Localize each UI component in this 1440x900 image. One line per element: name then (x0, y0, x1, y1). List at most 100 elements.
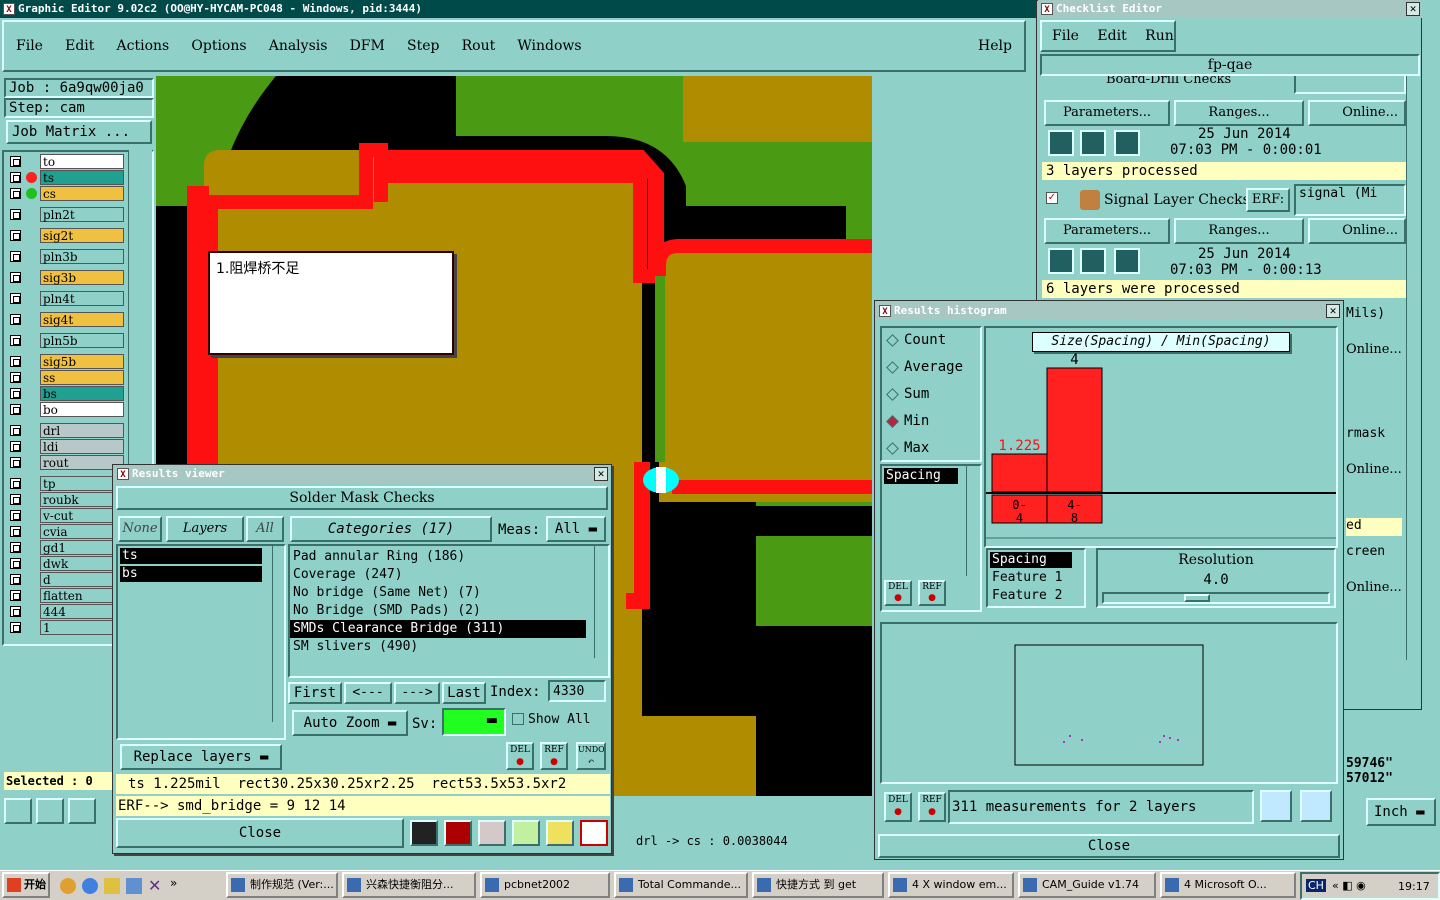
rv-tool-icon-5[interactable] (546, 820, 574, 846)
layer-name[interactable]: ts (40, 170, 124, 185)
rv-tool-icon-1[interactable] (410, 820, 438, 846)
layers-button[interactable]: Layers (166, 516, 244, 542)
layer-checkbox[interactable] (10, 510, 21, 521)
hist-list-scrollbar[interactable] (966, 466, 978, 576)
rv-del-button[interactable]: DEL ● (506, 742, 534, 770)
layer-row-flatten[interactable]: flatten (8, 588, 124, 603)
layer-row-sig3b[interactable]: sig3b (8, 270, 124, 285)
sv-color-select[interactable]: ▬ (442, 708, 506, 736)
layer-checkbox[interactable] (10, 372, 21, 383)
start-button[interactable]: 开始 (2, 872, 50, 898)
hist-zoom-icon-2[interactable] (1300, 790, 1332, 822)
checklist-menu-run[interactable]: Run (1145, 28, 1174, 44)
layer-checkbox[interactable] (10, 188, 21, 199)
run-icon-2b[interactable] (1080, 248, 1106, 274)
layer-checkbox[interactable] (10, 590, 21, 601)
ranges-button-2[interactable]: Ranges... (1174, 218, 1304, 244)
layer-row-pln4t[interactable]: pln4t (8, 291, 124, 306)
layer-name[interactable]: drl (40, 423, 124, 438)
layer-checkbox[interactable] (10, 441, 21, 452)
layer-name[interactable]: pln4t (40, 291, 124, 306)
next-button[interactable]: ---> (394, 682, 440, 704)
field-feature-1[interactable]: Feature 1 (990, 570, 1062, 585)
layer-checkbox[interactable] (10, 209, 21, 220)
results-viewer-close-icon[interactable]: ✕ (594, 467, 608, 481)
checklist-fragment-online-3[interactable]: Online... (1346, 580, 1402, 595)
layer-row-ts[interactable]: ts (8, 170, 124, 185)
layers-all-button[interactable]: All (246, 516, 284, 542)
layer-checkbox[interactable] (10, 558, 21, 569)
job-matrix-button[interactable]: Job Matrix ... (6, 120, 152, 144)
layer-result-bs[interactable]: bs (120, 566, 262, 582)
layer-checkbox[interactable] (10, 356, 21, 367)
ql-icon-2[interactable] (82, 878, 98, 894)
parameters-button-2[interactable]: Parameters... (1044, 218, 1170, 244)
layer-name[interactable]: ss (40, 370, 124, 385)
taskbar-item[interactable]: 制作规范 (Ver:... (226, 872, 338, 898)
checklist-menu-file[interactable]: File (1052, 28, 1079, 44)
category-item[interactable]: No Bridge (SMD Pads) (2) (290, 602, 586, 620)
menu-file[interactable]: File (16, 38, 43, 54)
run-icon-1a[interactable] (1048, 130, 1074, 156)
ql-icon-5[interactable]: ✕ (148, 876, 161, 895)
results-viewer-titlebar[interactable]: X Results viewer ✕ (114, 465, 610, 483)
taskbar-item[interactable]: pcbnet2002 (480, 872, 610, 898)
layer-checkbox[interactable] (10, 293, 21, 304)
layer-name[interactable]: sig2t (40, 228, 124, 243)
resolution-slider[interactable] (1102, 592, 1330, 604)
layer-checkbox[interactable] (10, 574, 21, 585)
taskbar-item[interactable]: 兴森快捷衡阻分... (342, 872, 476, 898)
layer-checkbox[interactable] (10, 172, 21, 183)
auto-zoom-select[interactable]: Auto Zoom ▬ (292, 710, 408, 736)
hist-ref-button[interactable]: REF ● (918, 792, 946, 822)
layer-row-cs[interactable]: cs (8, 186, 124, 201)
layer-row-ss[interactable]: ss (8, 370, 124, 385)
checklist-fragment-online-2[interactable]: Online... (1346, 462, 1402, 477)
layer-checkbox[interactable] (10, 388, 21, 399)
rv-tool-icon-2[interactable] (444, 820, 472, 846)
ql-icon-4[interactable] (126, 878, 142, 894)
layer-row-pln5b[interactable]: pln5b (8, 333, 124, 348)
taskbar-item[interactable]: Total Commande... (614, 872, 748, 898)
meas-select[interactable]: All ▬ (546, 516, 606, 542)
lang-indicator[interactable]: CH (1306, 879, 1326, 892)
layer-checkbox[interactable] (10, 335, 21, 346)
run-icon-1b[interactable] (1080, 130, 1106, 156)
menu-step[interactable]: Step (407, 38, 439, 54)
rv-close-button[interactable]: Close (116, 818, 404, 848)
ql-more-icon[interactable]: » (170, 876, 177, 890)
check2-checkbox[interactable]: ✓ (1046, 192, 1058, 204)
checklist-fragment-online-1[interactable]: Online... (1346, 342, 1402, 357)
ranges-button-1[interactable]: Ranges... (1174, 100, 1304, 126)
layer-row-pln2t[interactable]: pln2t (8, 207, 124, 222)
layer-name[interactable]: pln5b (40, 333, 124, 348)
ql-icon-3[interactable] (104, 878, 120, 894)
checklist-close-icon[interactable]: ✕ (1406, 2, 1420, 16)
layer-row-bs[interactable]: bs (8, 386, 124, 401)
hist-zoom-icon-1[interactable] (1260, 790, 1292, 822)
layer-row-roubk[interactable]: roubk (8, 492, 124, 507)
layer-checkbox[interactable] (10, 457, 21, 468)
layer-row-sig5b[interactable]: sig5b (8, 354, 124, 369)
category-item[interactable]: SM slivers (490) (290, 638, 586, 656)
layer-row-drl[interactable]: drl (8, 423, 124, 438)
taskbar-item[interactable]: 4 X window em... (888, 872, 1014, 898)
online-button-2[interactable]: Online... (1308, 218, 1406, 244)
check2-erf-value[interactable]: signal (Mi (1294, 184, 1406, 216)
field-feature-2[interactable]: Feature 2 (990, 588, 1062, 603)
field-spacing[interactable]: Spacing (990, 552, 1072, 568)
taskbar-item[interactable]: CAM_Guide v1.74 (1018, 872, 1156, 898)
prev-button[interactable]: <--- (344, 682, 392, 704)
first-button[interactable]: First (288, 682, 342, 704)
layer-checkbox[interactable] (10, 425, 21, 436)
layer-checkbox[interactable] (10, 251, 21, 262)
menu-windows[interactable]: Windows (517, 38, 581, 54)
tray-icons[interactable]: « ◧ ◉ (1332, 879, 1366, 892)
layer-result-ts[interactable]: ts (120, 548, 262, 564)
layer-checkbox[interactable] (10, 526, 21, 537)
category-item[interactable]: Coverage (247) (290, 566, 586, 584)
layer-result-list[interactable]: ts bs (116, 544, 286, 740)
rv-tool-icon-3[interactable] (478, 820, 506, 846)
layers-none-button[interactable]: None (118, 516, 162, 542)
last-button[interactable]: Last (442, 682, 486, 704)
